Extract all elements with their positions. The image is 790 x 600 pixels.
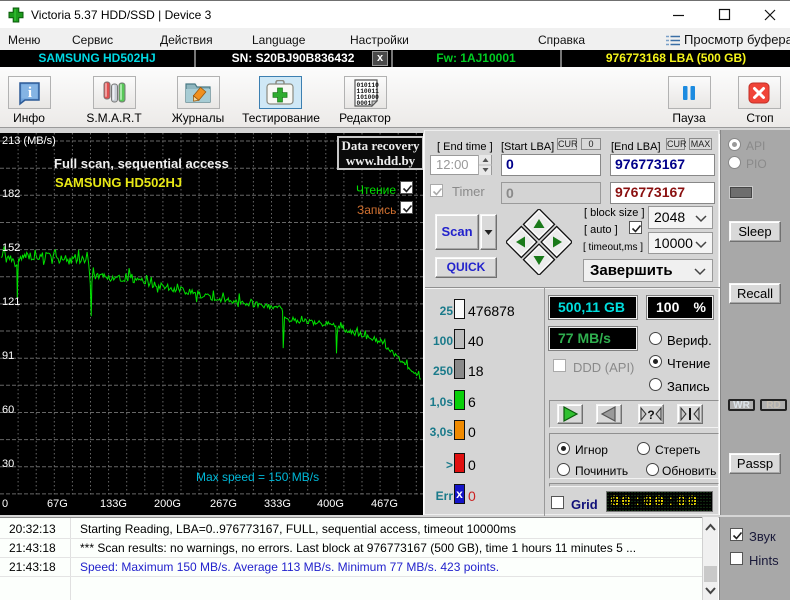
svg-text:?: ? (647, 408, 654, 422)
svg-text:i: i (28, 85, 32, 101)
svg-text:0001: 0001 (357, 100, 372, 107)
